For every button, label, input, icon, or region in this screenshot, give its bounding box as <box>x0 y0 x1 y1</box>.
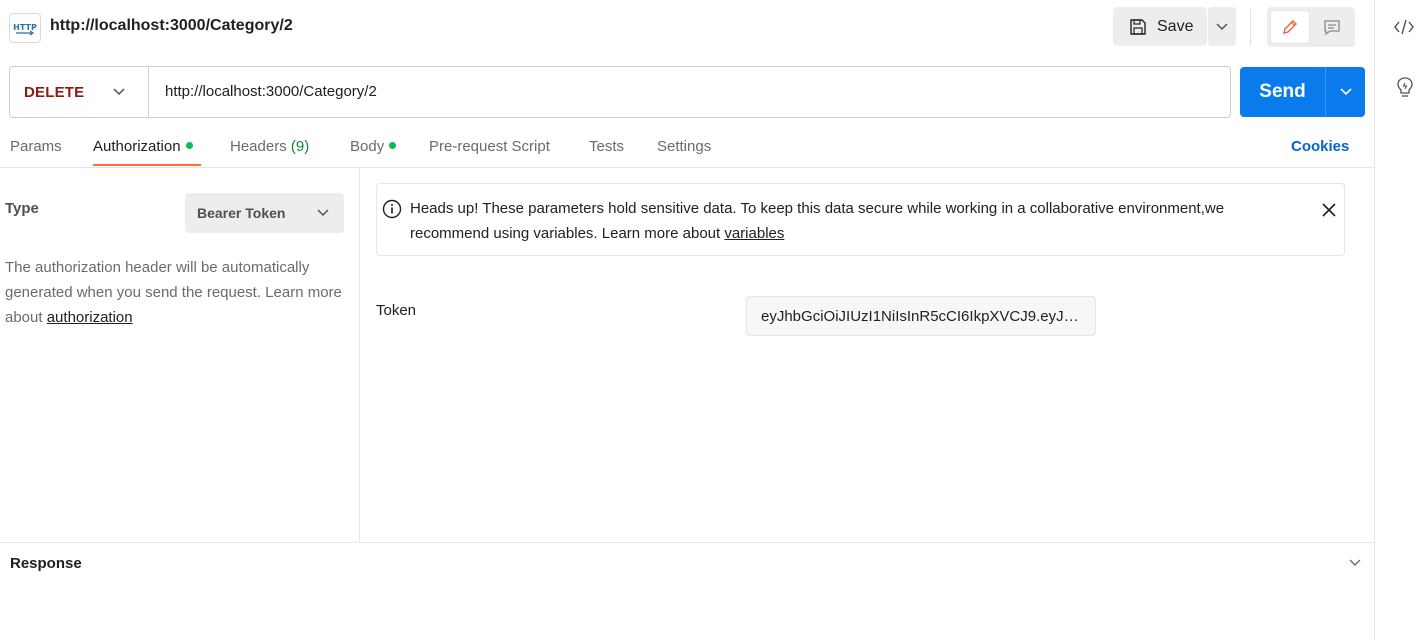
info-icon <box>382 199 402 219</box>
tabs-divider <box>0 167 1374 168</box>
tab-authorization[interactable]: Authorization <box>93 138 193 155</box>
response-divider <box>0 542 1374 543</box>
comment-icon <box>1324 20 1340 36</box>
edit-mode-button[interactable] <box>1270 10 1310 44</box>
alert-message: Heads up! These parameters hold sensitiv… <box>410 196 1300 246</box>
pencil-icon <box>1283 20 1297 34</box>
send-options-button[interactable] <box>1325 67 1365 117</box>
auth-type-select[interactable]: Bearer Token <box>185 193 344 233</box>
http-request-icon: HTTP <box>9 13 41 43</box>
tab-authorization-label: Authorization <box>93 138 181 155</box>
active-tab-indicator <box>93 164 201 166</box>
lightbulb-icon[interactable] <box>1395 75 1415 99</box>
headers-count: (9) <box>290 138 310 155</box>
chevron-down-icon[interactable] <box>1348 557 1362 569</box>
tab-body-label: Body <box>350 138 385 155</box>
svg-text:HTTP: HTTP <box>13 23 37 32</box>
token-value: eyJhbGciOiJIUzI1NiIsInR5cCI6IkpXVCJ9.eyJ… <box>761 307 1081 325</box>
chevron-down-icon[interactable] <box>112 84 126 100</box>
send-button[interactable]: Send <box>1240 67 1325 117</box>
status-dot <box>389 142 397 149</box>
token-label: Token <box>376 302 417 319</box>
authorization-link[interactable]: authorization <box>47 309 133 326</box>
save-button[interactable]: Save <box>1113 7 1207 46</box>
tab-prerequest-script[interactable]: Pre-request Script <box>429 138 550 155</box>
token-input[interactable]: eyJhbGciOiJIUzI1NiIsInR5cCI6IkpXVCJ9.eyJ… <box>746 296 1096 336</box>
comments-button[interactable] <box>1312 10 1352 44</box>
chevron-down-icon <box>1216 22 1228 30</box>
url-divider <box>148 67 149 117</box>
tab-settings[interactable]: Settings <box>657 138 711 155</box>
response-title[interactable]: Response <box>10 555 82 572</box>
cookies-link[interactable]: Cookies <box>1291 138 1349 155</box>
auth-type-value: Bearer Token <box>197 205 286 221</box>
save-label: Save <box>1157 17 1194 35</box>
right-sidebar-divider <box>1374 0 1375 640</box>
save-options-button[interactable] <box>1207 7 1236 46</box>
close-icon[interactable] <box>1319 200 1339 220</box>
tab-body[interactable]: Body <box>350 138 397 155</box>
request-title[interactable]: http://localhost:3000/Category/2 <box>50 17 293 35</box>
tab-tests[interactable]: Tests <box>589 138 624 155</box>
status-dot <box>185 142 193 149</box>
auth-type-label: Type <box>5 200 39 217</box>
chevron-down-icon <box>317 209 329 217</box>
url-input[interactable]: http://localhost:3000/Category/2 <box>165 83 377 100</box>
method-select[interactable]: DELETE <box>24 84 84 101</box>
tab-headers-label: Headers <box>230 138 287 155</box>
tab-headers[interactable]: Headers (9) <box>230 138 309 155</box>
alert-message-text: Heads up! These parameters hold sensitiv… <box>410 200 1225 242</box>
chevron-down-icon <box>1339 88 1352 96</box>
panel-divider <box>359 168 360 542</box>
save-icon <box>1130 18 1146 35</box>
code-icon[interactable] <box>1393 17 1415 37</box>
toolbar-divider <box>1250 9 1251 45</box>
auth-description: The authorization header will be automat… <box>5 255 345 330</box>
tab-params[interactable]: Params <box>10 138 62 155</box>
variables-link[interactable]: variables <box>724 225 784 242</box>
